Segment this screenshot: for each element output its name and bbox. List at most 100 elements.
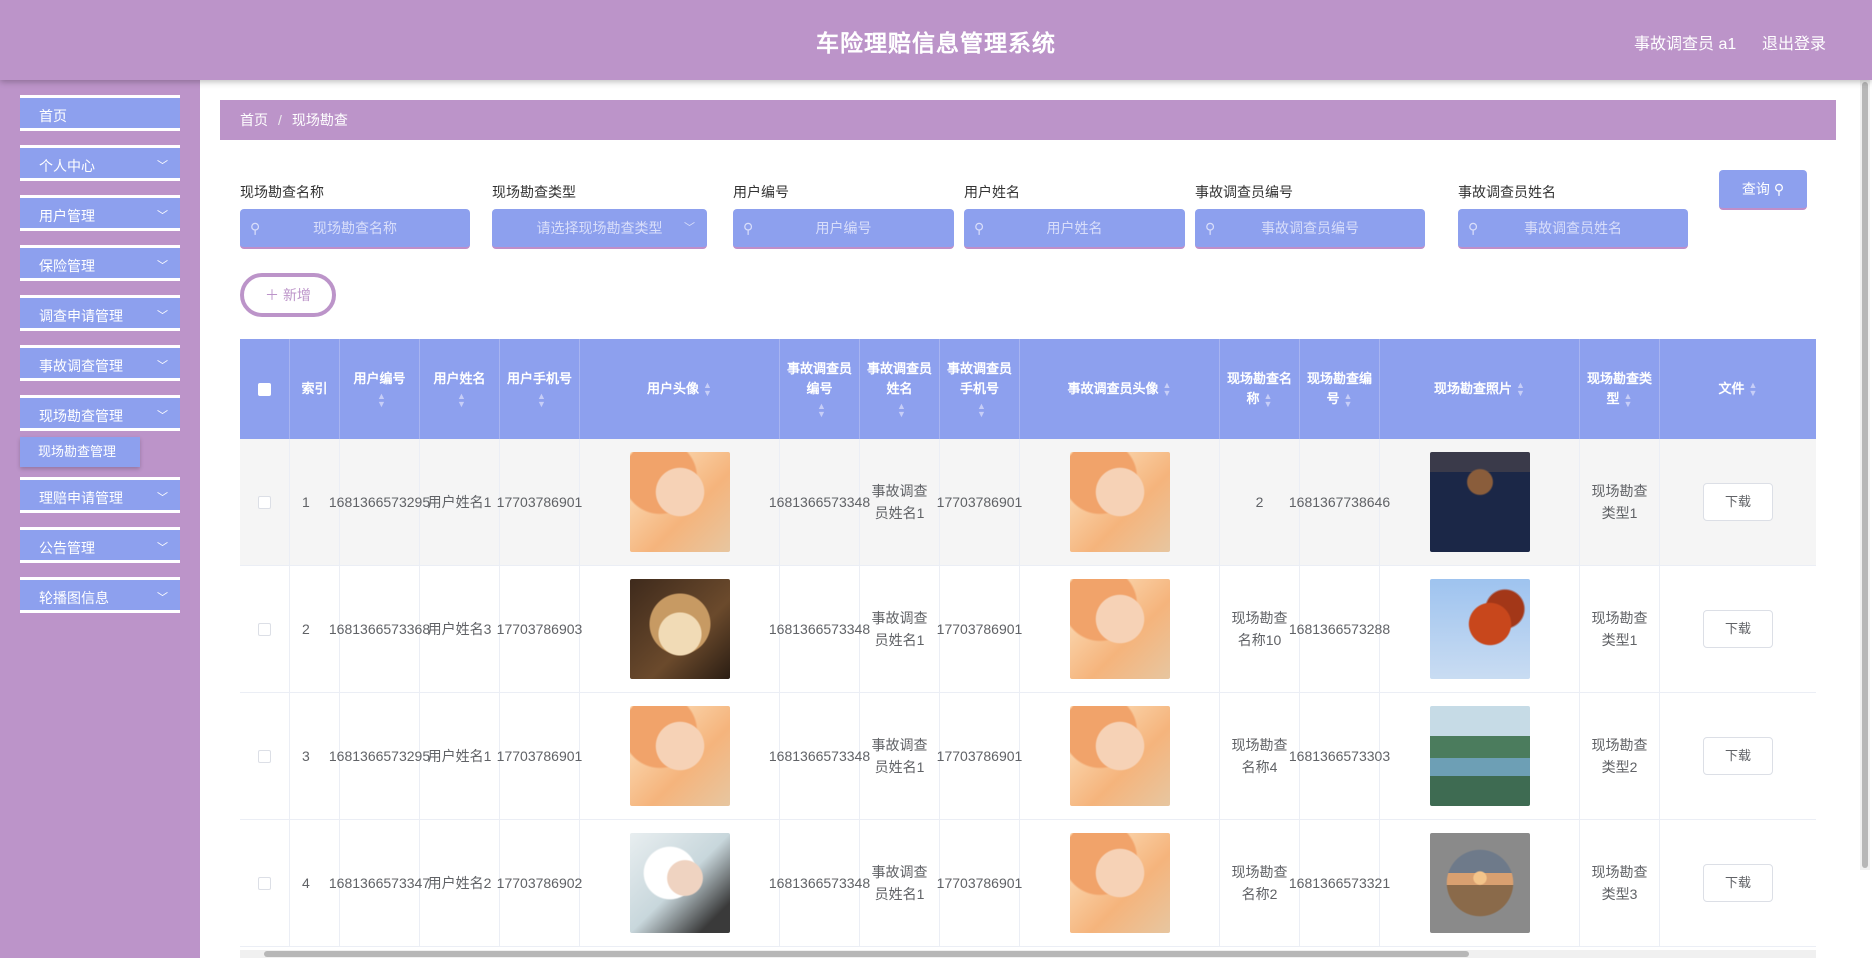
download-button[interactable]: 下载: [1703, 737, 1773, 775]
sidebar-item-label: 保险管理: [39, 258, 95, 274]
user-avatar-image[interactable]: [629, 706, 730, 806]
row-checkbox[interactable]: [258, 749, 271, 763]
add-button-label: 新增: [282, 287, 311, 303]
current-user: 事故调查员 a1: [1634, 36, 1737, 53]
cell-investigator-phone: 17703786901: [937, 820, 1022, 946]
sidebar-item-accident-investigation[interactable]: 事故调查管理 ﹀: [20, 345, 180, 381]
sort-icon[interactable]: ▲ ▼: [977, 401, 986, 418]
column-header-investigator-no[interactable]: 事故调查员编号 ▲ ▼: [780, 339, 860, 439]
investigator-avatar-image[interactable]: [1069, 579, 1170, 679]
sidebar-item-carousel[interactable]: 轮播图信息 ﹀: [20, 577, 180, 613]
sidebar-item-personal-center[interactable]: 个人中心 ﹀: [20, 145, 180, 181]
sidebar-item-label: 轮播图信息: [39, 590, 109, 606]
download-button[interactable]: 下载: [1703, 483, 1773, 521]
sort-icon[interactable]: ▲ ▼: [457, 391, 466, 408]
horizontal-scrollbar-thumb[interactable]: [264, 951, 1469, 957]
survey-type-select[interactable]: 请选择现场勘查类型 ﹀: [492, 209, 707, 249]
sidebar-item-label: 理赔申请管理: [39, 490, 123, 506]
column-header-user-no[interactable]: 用户编号 ▲ ▼: [340, 339, 420, 439]
user-name-input[interactable]: ⚲ 用户姓名: [964, 209, 1185, 249]
sidebar-item-user-management[interactable]: 用户管理 ﹀: [20, 195, 180, 231]
header-select-all[interactable]: [240, 339, 290, 439]
cell-investigator-phone: 17703786901: [937, 693, 1022, 819]
column-header-label: 事故调查员编号: [786, 361, 852, 396]
horizontal-scrollbar[interactable]: [240, 950, 1816, 958]
sidebar-item-announcement[interactable]: 公告管理 ﹀: [20, 527, 180, 563]
logout-link[interactable]: 退出登录: [1762, 30, 1826, 54]
investigator-avatar-image[interactable]: [1069, 706, 1170, 806]
breadcrumb-home[interactable]: 首页: [240, 112, 268, 128]
row-checkbox[interactable]: [258, 495, 271, 509]
sidebar-item-site-survey[interactable]: 现场勘查管理 ﹀: [20, 395, 180, 431]
column-header-investigator-avatar[interactable]: 事故调查员头像 ▲ ▼: [1020, 339, 1220, 439]
vertical-scrollbar-thumb[interactable]: [1862, 82, 1868, 868]
column-header-survey-type[interactable]: 现场勘查类型 ▲ ▼: [1580, 339, 1660, 439]
survey-photo-image[interactable]: [1429, 833, 1530, 933]
sort-icon[interactable]: ▲ ▼: [1344, 391, 1353, 408]
cell-survey-no: 1681367738646: [1289, 439, 1390, 565]
sort-icon[interactable]: ▲ ▼: [817, 401, 826, 418]
sort-icon[interactable]: ▲ ▼: [377, 391, 386, 408]
sidebar-item-label: 用户管理: [39, 208, 95, 224]
sort-icon[interactable]: ▲ ▼: [1264, 391, 1273, 408]
column-header-survey-no[interactable]: 现场勘查编号 ▲ ▼: [1300, 339, 1380, 439]
cell-user-avatar: [580, 820, 780, 946]
sidebar-item-claim-application[interactable]: 理赔申请管理 ﹀: [20, 477, 180, 513]
investigator-avatar-image[interactable]: [1069, 833, 1170, 933]
cell-file: 下载: [1660, 439, 1816, 565]
sidebar-subitem-site-survey-management[interactable]: 现场勘查管理: [20, 437, 140, 467]
column-header-survey-photo[interactable]: 现场勘查照片 ▲ ▼: [1380, 339, 1580, 439]
column-header-user-avatar[interactable]: 用户头像 ▲ ▼: [580, 339, 780, 439]
column-header-label: 现场勘查照片: [1434, 381, 1513, 396]
cell-file: 下载: [1660, 566, 1816, 692]
vertical-scrollbar[interactable]: [1860, 80, 1870, 870]
user-avatar-image[interactable]: [629, 833, 730, 933]
sort-icon[interactable]: ▲ ▼: [897, 401, 906, 418]
sort-icon[interactable]: ▲ ▼: [537, 391, 546, 408]
investigator-avatar-image[interactable]: [1069, 452, 1170, 552]
filter-label-survey-type: 现场勘查类型: [492, 184, 576, 200]
column-header-investigator-name[interactable]: 事故调查员姓名 ▲ ▼: [860, 339, 940, 439]
table-row: 1 1681366573295 用户姓名1 17703786901 168136…: [240, 439, 1816, 566]
row-checkbox[interactable]: [258, 876, 271, 890]
cell-user-avatar: [580, 693, 780, 819]
sidebar-item-insurance-management[interactable]: 保险管理 ﹀: [20, 245, 180, 281]
chevron-down-icon: ﹀: [157, 592, 168, 604]
survey-name-input[interactable]: ⚲ 现场勘查名称: [240, 209, 470, 249]
user-avatar-image[interactable]: [629, 579, 730, 679]
sort-icon[interactable]: ▲ ▼: [1163, 381, 1172, 398]
sidebar-item-home[interactable]: 首页: [20, 95, 180, 131]
survey-photo-image[interactable]: [1429, 579, 1530, 679]
cell-investigator-no: 1681366573348: [769, 693, 870, 819]
cell-investigator-avatar: [1020, 820, 1220, 946]
user-no-input[interactable]: ⚲ 用户编号: [733, 209, 954, 249]
add-button[interactable]: ＋ 新增: [240, 273, 336, 317]
download-button[interactable]: 下载: [1703, 610, 1773, 648]
cell-user-no: 1681366573295: [329, 693, 430, 819]
sidebar-item-investigation-application[interactable]: 调查申请管理 ﹀: [20, 295, 180, 331]
chevron-down-icon: ﹀: [684, 222, 695, 234]
column-header-survey-name[interactable]: 现场勘查名称 ▲ ▼: [1220, 339, 1300, 439]
query-button[interactable]: 查询 ⚲: [1719, 170, 1807, 210]
survey-photo-image[interactable]: [1429, 706, 1530, 806]
sort-icon[interactable]: ▲ ▼: [1624, 391, 1633, 408]
investigator-no-input[interactable]: ⚲ 事故调查员编号: [1195, 209, 1425, 249]
row-checkbox[interactable]: [258, 622, 271, 636]
input-placeholder: 事故调查员编号: [1261, 220, 1359, 236]
survey-photo-image[interactable]: [1429, 452, 1530, 552]
row-select-cell: [240, 820, 290, 946]
column-header-user-name[interactable]: 用户姓名 ▲ ▼: [420, 339, 500, 439]
select-all-checkbox[interactable]: [258, 382, 271, 396]
column-header-label: 用户手机号: [506, 371, 572, 386]
table-row: 2 1681366573368 用户姓名3 17703786903 168136…: [240, 566, 1816, 693]
column-header-file[interactable]: 文件 ▲ ▼: [1660, 339, 1816, 439]
user-avatar-image[interactable]: [629, 452, 730, 552]
column-header-user-phone[interactable]: 用户手机号 ▲ ▼: [500, 339, 580, 439]
investigator-name-input[interactable]: ⚲ 事故调查员姓名: [1458, 209, 1688, 249]
chevron-down-icon: ﹀: [157, 492, 168, 504]
column-header-investigator-phone[interactable]: 事故调查员手机号 ▲ ▼: [940, 339, 1020, 439]
sort-icon[interactable]: ▲ ▼: [703, 381, 712, 398]
sort-icon[interactable]: ▲ ▼: [1749, 381, 1758, 398]
sort-icon[interactable]: ▲ ▼: [1516, 381, 1525, 398]
download-button[interactable]: 下载: [1703, 864, 1773, 902]
